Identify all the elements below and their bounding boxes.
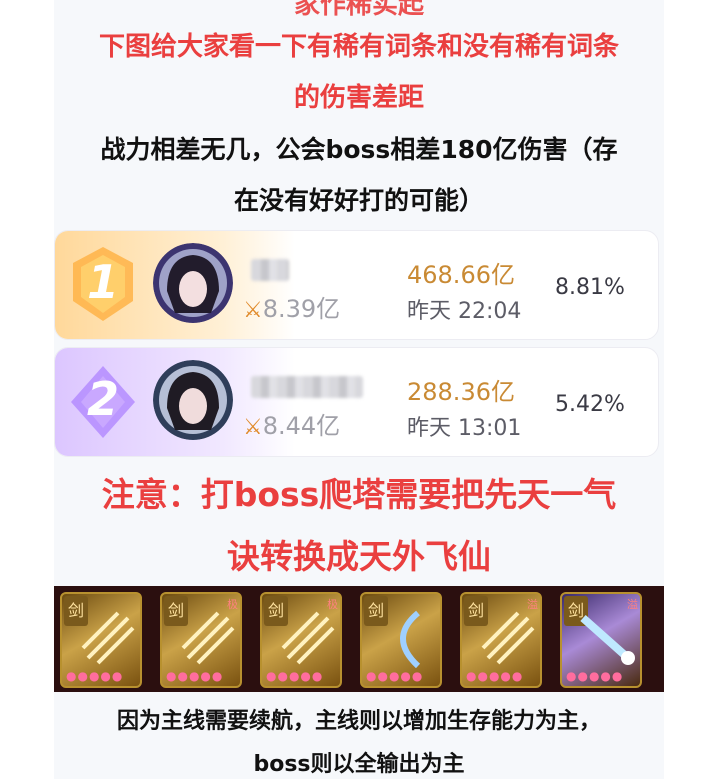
blade-rain-icon <box>81 611 135 665</box>
star-rating: ●●●●● <box>466 669 524 683</box>
footer-line-2: boss则以全输出为主 <box>253 752 465 777</box>
crescent-slash-icon <box>400 610 421 668</box>
blade-rain-icon <box>281 611 335 665</box>
skill-card-2[interactable]: 剑 极 ●●●●● <box>160 592 242 688</box>
compare-line-2: 在没有好好打的可能） <box>233 186 484 215</box>
rank-card-2[interactable]: 2 ⚔8.44亿 288.36亿 昨天 13:01 5.42% <box>54 347 659 457</box>
notice-line-1: 注意：打boss爬塔需要把先天一气 <box>101 475 617 514</box>
notice-line-2: 诀转换成天外飞仙 <box>227 537 491 576</box>
rank-number: 2 <box>86 372 119 426</box>
blade-rain-icon <box>181 611 235 665</box>
skill-strip: 剑 ●●●●● 剑 极 ●●●●● 剑 极 ●●●●● 剑 ●●●●● 剑 溢 … <box>54 586 664 692</box>
meteor-icon <box>580 615 635 665</box>
player-name-blurred <box>251 376 363 398</box>
star-rating: ●●●●● <box>366 669 424 683</box>
skill-card-3[interactable]: 剑 极 ●●●●● <box>260 592 342 688</box>
skill-card-5[interactable]: 剑 溢 ●●●●● <box>460 592 542 688</box>
power-value: ⚔8.44亿 <box>243 412 341 440</box>
star-rating: ●●●●● <box>166 669 224 683</box>
damage-percent: 5.42% <box>555 392 625 417</box>
cut-off-header: 家作稀实起 <box>293 0 424 20</box>
timestamp: 昨天 13:01 <box>407 416 522 441</box>
compare-line-1: 战力相差无几，公会boss相差180亿伤害（存 <box>100 135 618 164</box>
star-rating: ●●●●● <box>266 669 324 683</box>
rank-card-1[interactable]: 1 ⚔8.39亿 468.66亿 昨天 22:04 8.81% <box>54 230 659 340</box>
skill-card-1[interactable]: 剑 ●●●●● <box>60 592 142 688</box>
rank-1-badge-icon: 1 <box>63 245 143 325</box>
crossed-swords-icon: ⚔ <box>243 415 263 440</box>
intro-line-1: 下图给大家看一下有稀有词条和没有稀有词条 <box>98 32 619 62</box>
star-rating: ●●●●● <box>66 669 124 683</box>
power-value: ⚔8.39亿 <box>243 295 341 323</box>
blade-rain-icon <box>481 611 535 665</box>
player-avatar[interactable] <box>153 243 233 323</box>
star-rating: ●●●●● <box>566 669 624 683</box>
crossed-swords-icon: ⚔ <box>243 298 263 323</box>
player-avatar[interactable] <box>153 360 233 440</box>
intro-line-2: 的伤害差距 <box>293 83 424 113</box>
timestamp: 昨天 22:04 <box>407 299 522 324</box>
damage-value: 288.36亿 <box>407 378 515 406</box>
player-name-blurred <box>251 259 289 281</box>
damage-percent: 8.81% <box>555 275 625 300</box>
damage-value: 468.66亿 <box>407 261 515 289</box>
skill-card-4[interactable]: 剑 ●●●●● <box>360 592 442 688</box>
rank-2-badge-icon: 2 <box>63 362 143 442</box>
footer-line-1: 因为主线需要续航，主线则以增加生存能力为主， <box>116 709 601 734</box>
skill-card-6[interactable]: 剑 溢 ●●●●● <box>560 592 642 688</box>
rank-number: 1 <box>86 255 119 309</box>
